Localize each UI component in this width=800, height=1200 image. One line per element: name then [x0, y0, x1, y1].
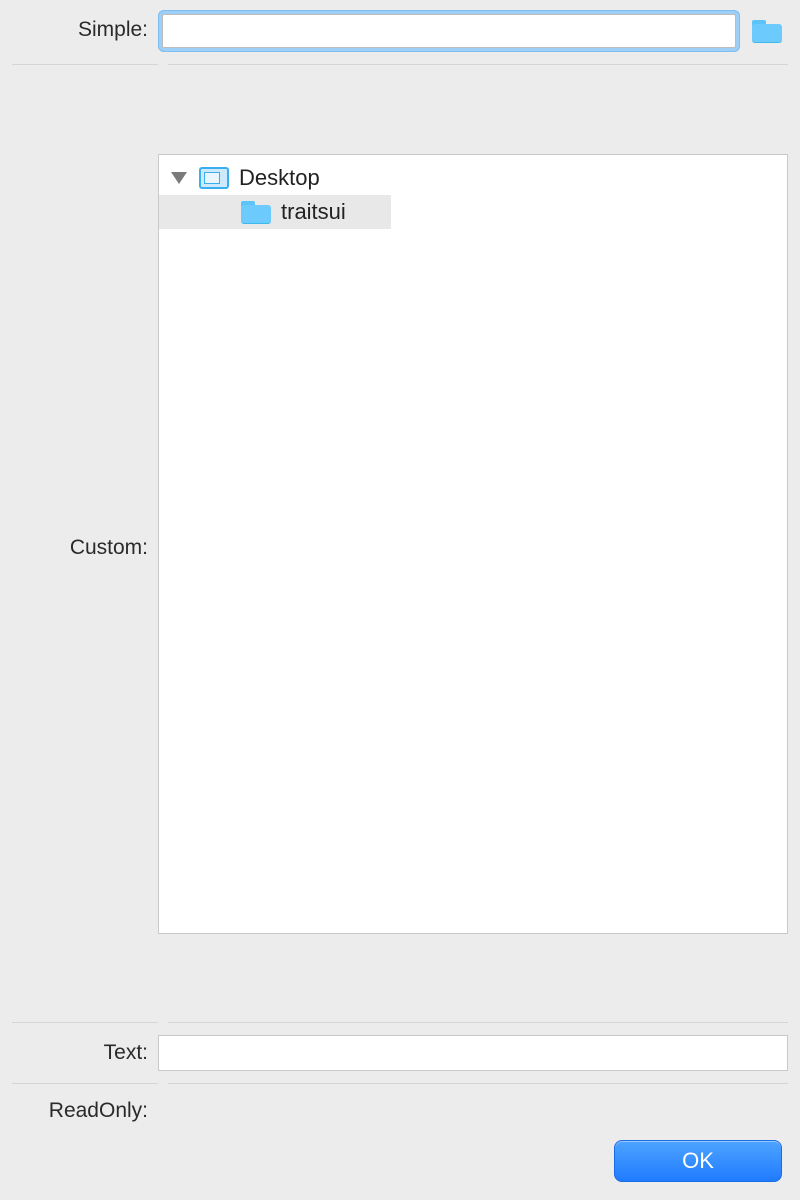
disclosure-triangle-icon[interactable]	[171, 172, 187, 184]
ok-button[interactable]: OK	[614, 1140, 782, 1182]
separator-1	[12, 64, 788, 65]
browse-button[interactable]	[752, 17, 788, 45]
text-input[interactable]	[158, 1035, 788, 1071]
separator-2	[12, 1022, 788, 1023]
row-text: Text:	[12, 1035, 788, 1071]
label-custom: Custom:	[12, 528, 158, 560]
form-root: Simple: Custom: Desktop tr	[0, 0, 800, 1200]
label-readonly: ReadOnly:	[12, 1099, 158, 1123]
label-simple: Simple:	[12, 10, 158, 42]
tree-child-label: traitsui	[281, 199, 346, 225]
tree-row-child[interactable]: traitsui	[159, 195, 391, 229]
folder-icon	[752, 20, 778, 42]
simple-input[interactable]	[162, 14, 736, 48]
simple-field-col	[158, 10, 788, 52]
text-field-col	[158, 1035, 788, 1071]
button-row: OK	[12, 1126, 788, 1188]
label-text: Text:	[12, 1041, 158, 1065]
readonly-value	[158, 1096, 162, 1126]
tree-root-label: Desktop	[239, 165, 320, 191]
directory-tree[interactable]: Desktop traitsui	[158, 154, 788, 934]
folder-icon	[241, 201, 271, 223]
row-custom: Custom: Desktop traitsui	[12, 77, 788, 1010]
tree-row-root[interactable]: Desktop	[159, 161, 787, 195]
row-readonly: ReadOnly:	[12, 1096, 788, 1126]
separator-3	[12, 1083, 788, 1084]
custom-field-col: Desktop traitsui	[158, 77, 788, 1010]
desktop-icon	[199, 167, 229, 189]
readonly-field-col	[158, 1096, 788, 1126]
simple-input-focus-ring	[158, 10, 740, 52]
row-simple: Simple:	[12, 10, 788, 52]
